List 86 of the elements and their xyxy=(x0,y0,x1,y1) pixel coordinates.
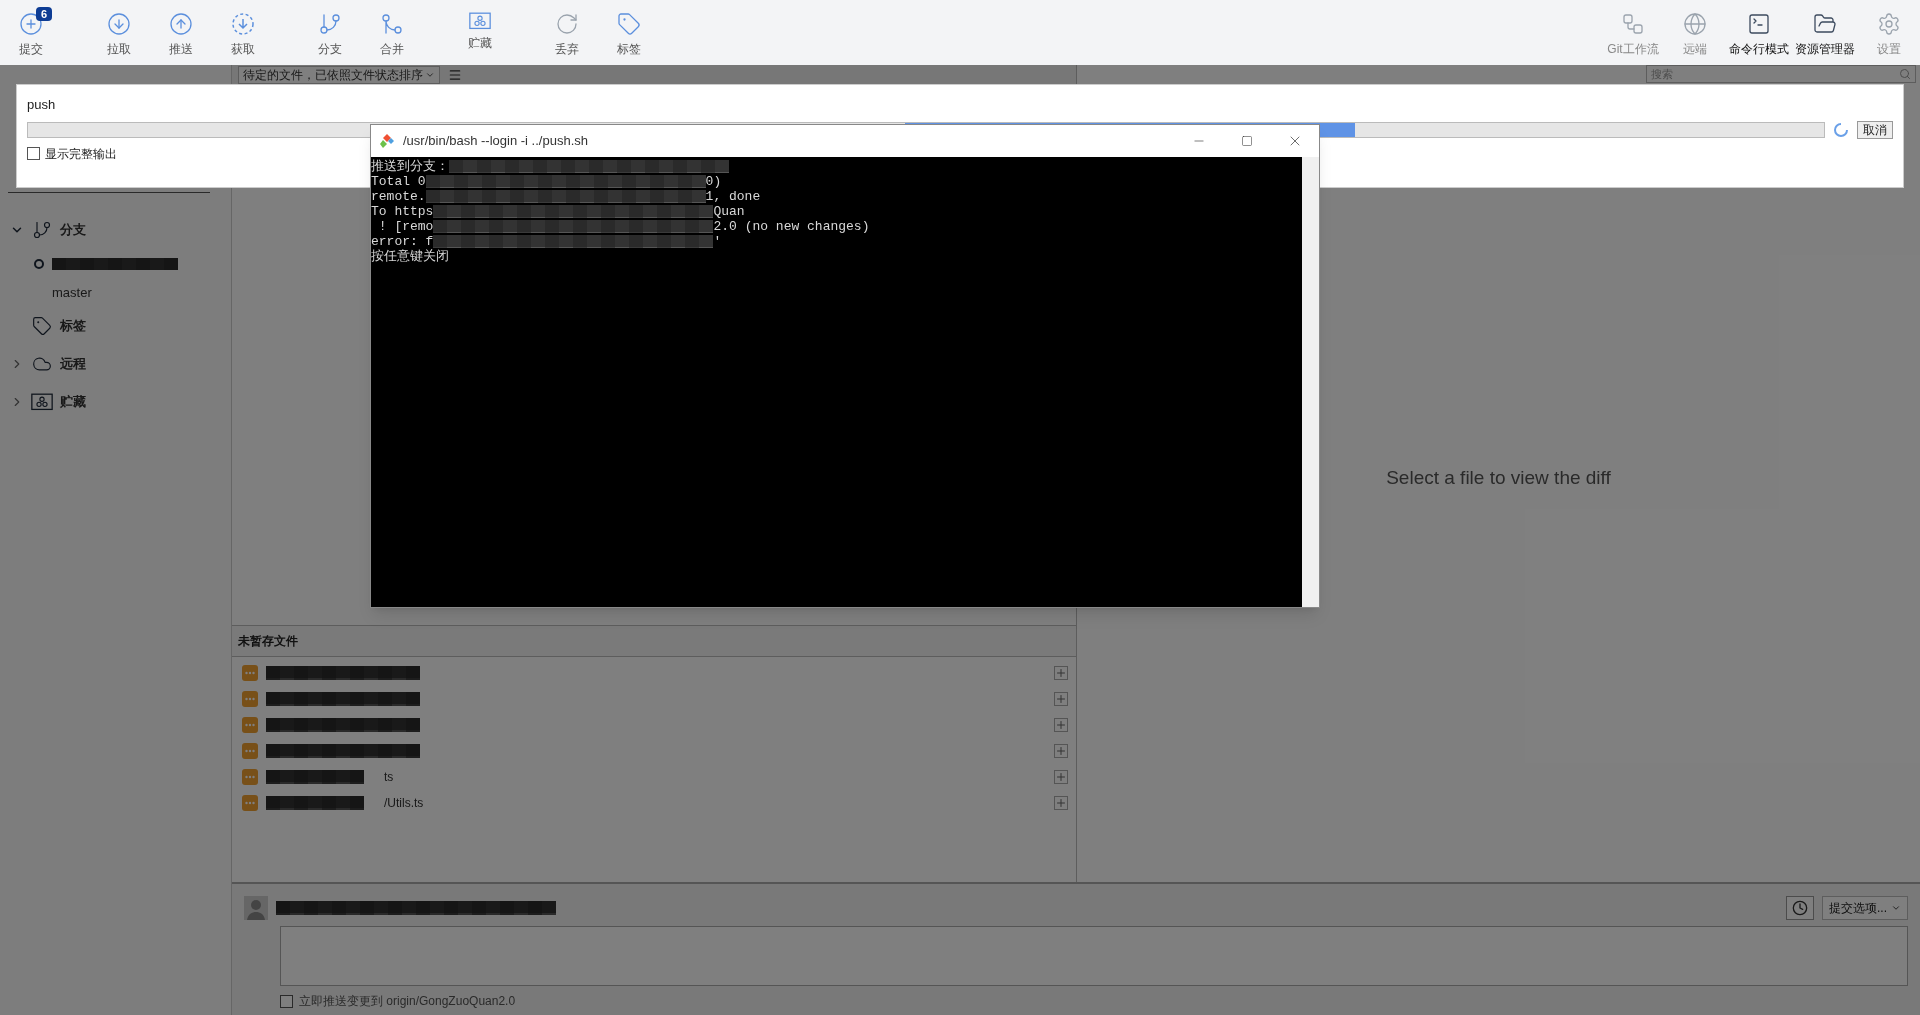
checkbox-label: 立即推送变更到 origin/GongZuoQuan2.0 xyxy=(299,993,516,1010)
modified-status-icon xyxy=(242,743,258,759)
toolbar-button[interactable]: Git工作流 xyxy=(1602,12,1664,58)
toolbar-button[interactable]: 获取 xyxy=(212,12,274,58)
checkbox[interactable] xyxy=(280,994,293,1008)
toolbar-button[interactable]: 命令行模式 xyxy=(1726,12,1792,58)
toolbar-button[interactable]: 设置 xyxy=(1858,12,1920,58)
merge-icon xyxy=(380,12,404,36)
dialog-title: push xyxy=(27,96,57,114)
maximize-icon xyxy=(1241,135,1253,147)
toolbar-button[interactable]: 丢弃 xyxy=(536,12,598,58)
globe-icon xyxy=(1683,12,1707,36)
stage-plus-icon[interactable] xyxy=(1054,718,1068,732)
file-row[interactable]: ts xyxy=(232,764,1076,790)
sidebar-section[interactable]: 贮藏 xyxy=(0,383,231,421)
toolbar-button[interactable]: 资源管理器 xyxy=(1792,12,1858,58)
terminal-text: Total 0 xyxy=(371,174,426,189)
stage-plus-icon[interactable] xyxy=(1054,744,1068,758)
commit-message-field[interactable] xyxy=(280,926,1908,986)
toolbar-button[interactable]: 推送 xyxy=(150,12,212,58)
box-icon xyxy=(31,393,53,411)
download-icon xyxy=(231,12,255,36)
branch-item[interactable]: master xyxy=(0,278,231,307)
empty-diff-message: Select a file to view the diff xyxy=(1386,466,1611,491)
terminal-text: To https xyxy=(371,204,434,219)
branch-icon xyxy=(32,220,52,240)
stage-plus-icon[interactable] xyxy=(1054,692,1068,706)
terminal-text: remote. xyxy=(371,189,426,204)
avatar-icon xyxy=(244,896,268,920)
terminal-icon xyxy=(1747,12,1771,36)
terminal-text: 1, done xyxy=(705,189,761,204)
modified-status-icon xyxy=(242,717,258,733)
diamond-logo-icon xyxy=(379,133,395,149)
tag-icon xyxy=(32,316,52,336)
modified-status-icon xyxy=(242,691,258,707)
terminal-text: error: f xyxy=(371,234,434,249)
clock-icon xyxy=(1792,900,1808,916)
file-name: ts xyxy=(384,769,394,786)
toolbar-button[interactable]: 标签 xyxy=(598,12,660,58)
modified-status-icon xyxy=(242,769,258,785)
sidebar-section[interactable]: 远程 xyxy=(0,345,231,383)
sidebar-section[interactable]: 标签 xyxy=(0,307,231,345)
modified-status-icon xyxy=(242,665,258,681)
terminal-text: 按任意键关闭 xyxy=(371,249,449,264)
terminal-text: Quan xyxy=(713,204,745,219)
file-row[interactable]: /Utils.ts xyxy=(232,790,1076,816)
toolbar-button[interactable]: 合并 xyxy=(361,12,423,58)
toolbar-button[interactable]: 远端 xyxy=(1664,12,1726,58)
terminal-text: ! [remo xyxy=(377,219,434,234)
folder-icon xyxy=(1813,12,1837,36)
scrollbar[interactable] xyxy=(1302,157,1319,607)
window-title: /usr/bin/bash --login -i ../push.sh xyxy=(403,132,588,151)
upload-icon xyxy=(169,12,193,36)
box-icon xyxy=(469,12,491,30)
filter-dropdown[interactable]: 待定的文件，已依照文件状态排序 xyxy=(238,65,440,84)
workflow-icon xyxy=(1621,12,1645,36)
sidebar-section[interactable]: 分支 xyxy=(0,211,231,249)
download-icon xyxy=(107,12,131,36)
menu-icon[interactable] xyxy=(448,67,462,82)
rotate-icon xyxy=(555,12,579,36)
stage-plus-icon[interactable] xyxy=(1054,796,1068,810)
toolbar-button[interactable]: 贮藏 xyxy=(449,12,511,52)
terminal-text: ' xyxy=(713,234,722,249)
tag-icon xyxy=(617,12,641,36)
cancel-button[interactable]: 取消 xyxy=(1857,120,1893,139)
count-badge: 6 xyxy=(36,7,53,21)
terminal-text: 2.0 (no new changes) xyxy=(713,219,870,234)
commit-options-dropdown[interactable]: 提交选项... xyxy=(1822,896,1908,920)
file-name: /Utils.ts xyxy=(384,795,424,812)
branch-icon xyxy=(318,12,342,36)
history-button[interactable] xyxy=(1786,896,1814,920)
section-title: 未暂存文件 xyxy=(238,633,298,650)
toolbar-button[interactable]: 分支 xyxy=(299,12,361,58)
spinner-icon xyxy=(1833,121,1849,138)
toolbar-button[interactable]: 拉取 xyxy=(88,12,150,58)
caret-icon xyxy=(1891,903,1901,913)
add-icon xyxy=(19,12,43,36)
modified-status-icon xyxy=(242,795,258,811)
checkbox-label: 显示完整输出 xyxy=(45,145,117,163)
terminal-text: 推送到分支： xyxy=(371,159,449,174)
stage-plus-icon[interactable] xyxy=(1054,770,1068,784)
terminal-text: 0) xyxy=(705,174,722,189)
settings-icon xyxy=(1877,12,1901,36)
search-icon xyxy=(1899,68,1911,80)
checkbox[interactable] xyxy=(27,147,40,160)
stage-plus-icon[interactable] xyxy=(1054,666,1068,680)
